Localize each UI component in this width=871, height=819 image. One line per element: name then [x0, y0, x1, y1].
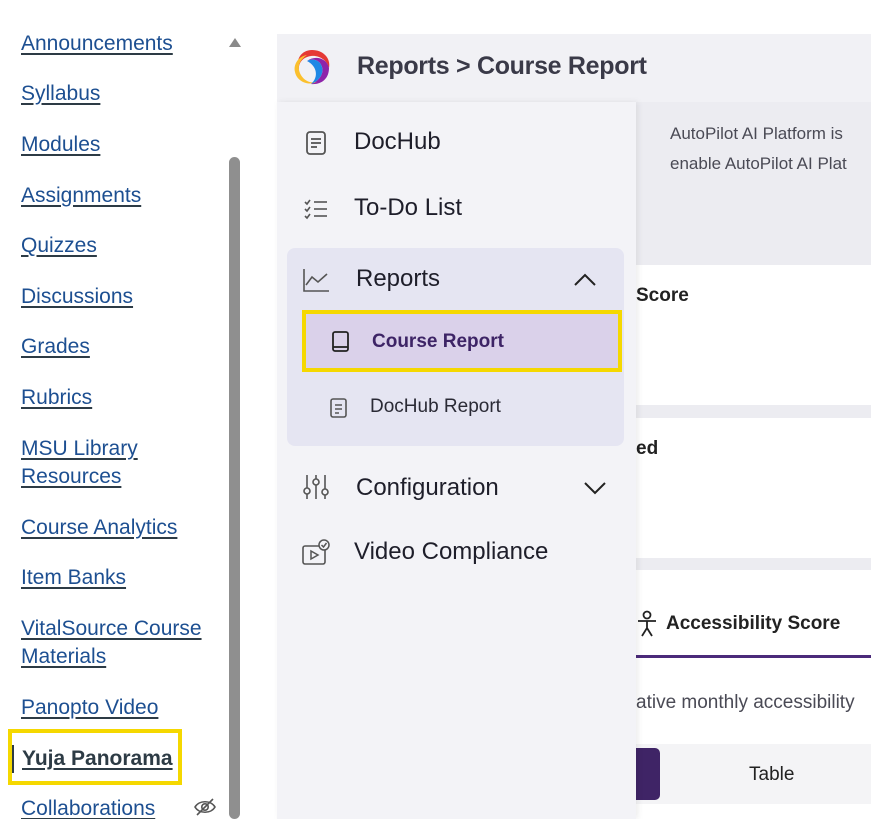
autopilot-notice-line-2: enable AutoPilot AI Plat — [670, 154, 847, 173]
accessibility-description: ative monthly accessibility — [636, 692, 855, 713]
document-icon — [328, 396, 350, 420]
checklist-icon — [301, 194, 331, 224]
app-logo-icon — [289, 46, 335, 88]
tab-accessibility-score[interactable]: Accessibility Score — [666, 613, 840, 635]
app-menu: DocHub To-Do List Reports Course Report … — [277, 102, 636, 819]
app-header: Reports > Course Report — [277, 34, 871, 102]
video-check-icon — [301, 538, 331, 568]
score-card-title: Score — [636, 285, 689, 306]
menu-item-configuration[interactable]: Configuration — [277, 456, 636, 518]
table-view-button[interactable]: Table — [749, 764, 794, 786]
document-icon — [301, 128, 331, 158]
chevron-down-icon[interactable] — [583, 476, 607, 500]
menu-label-configuration: Configuration — [356, 474, 499, 501]
nav-link-syllabus[interactable]: Syllabus — [21, 80, 216, 108]
submenu-label-dochub-report: DocHub Report — [370, 396, 501, 417]
menu-item-dochub[interactable]: DocHub — [277, 112, 636, 174]
report-content: AutoPilot AI Platform is enable AutoPilo… — [636, 102, 871, 819]
active-tab-indicator — [636, 655, 871, 658]
accessibility-icon — [636, 610, 658, 638]
nav-link-grades[interactable]: Grades — [21, 333, 216, 361]
chevron-up-icon[interactable] — [573, 268, 597, 292]
nav-link-collaborations[interactable]: Collaborations — [21, 795, 216, 819]
menu-label-reports: Reports — [356, 265, 441, 292]
nav-link-rubrics[interactable]: Rubrics — [21, 384, 216, 412]
course-navigation: Announcements Syllabus Modules Assignmen… — [0, 0, 226, 819]
second-card-title: ed — [636, 438, 659, 459]
menu-item-reports[interactable]: Reports — [287, 248, 624, 310]
nav-link-quizzes[interactable]: Quizzes — [21, 232, 216, 260]
nav-link-panopto-video[interactable]: Panopto Video — [21, 694, 216, 722]
menu-label-video-compliance: Video Compliance — [354, 538, 549, 565]
nav-link-vitalsource[interactable]: VitalSource Course Materials — [21, 615, 216, 671]
view-toggle: Table — [636, 744, 871, 804]
book-icon — [330, 330, 352, 354]
score-card: Score — [636, 265, 871, 405]
scrollbar-thumb[interactable] — [229, 157, 240, 819]
nav-link-course-analytics[interactable]: Course Analytics — [21, 514, 216, 542]
submenu-label-course-report: Course Report — [372, 331, 504, 352]
submenu-item-course-report[interactable]: Course Report — [302, 310, 622, 372]
chart-view-button[interactable] — [636, 748, 660, 800]
line-chart-icon — [301, 265, 331, 295]
nav-link-item-banks[interactable]: Item Banks — [21, 564, 216, 592]
menu-label-todo-list: To-Do List — [354, 194, 463, 221]
nav-link-discussions[interactable]: Discussions — [21, 283, 216, 311]
second-card: ed — [636, 418, 871, 558]
eye-slash-icon — [193, 797, 217, 817]
nav-link-modules[interactable]: Modules — [21, 131, 216, 159]
menu-item-video-compliance[interactable]: Video Compliance — [277, 522, 636, 584]
nav-link-assignments[interactable]: Assignments — [21, 182, 216, 210]
scroll-up-arrow-icon[interactable] — [229, 38, 241, 47]
page-title: Reports > Course Report — [357, 52, 647, 80]
nav-link-announcements[interactable]: Announcements — [21, 30, 216, 58]
accessibility-card: Accessibility Score ative monthly access… — [636, 570, 871, 819]
menu-item-todo-list[interactable]: To-Do List — [277, 178, 636, 240]
autopilot-notice-line-1: AutoPilot AI Platform is — [670, 124, 843, 143]
submenu-item-dochub-report[interactable]: DocHub Report — [302, 380, 616, 434]
nav-link-yuja-panorama[interactable]: Yuja Panorama — [12, 745, 207, 773]
nav-link-msu-library-resources[interactable]: MSU Library Resources — [21, 435, 216, 491]
menu-label-dochub: DocHub — [354, 128, 441, 155]
sliders-icon — [301, 472, 331, 502]
